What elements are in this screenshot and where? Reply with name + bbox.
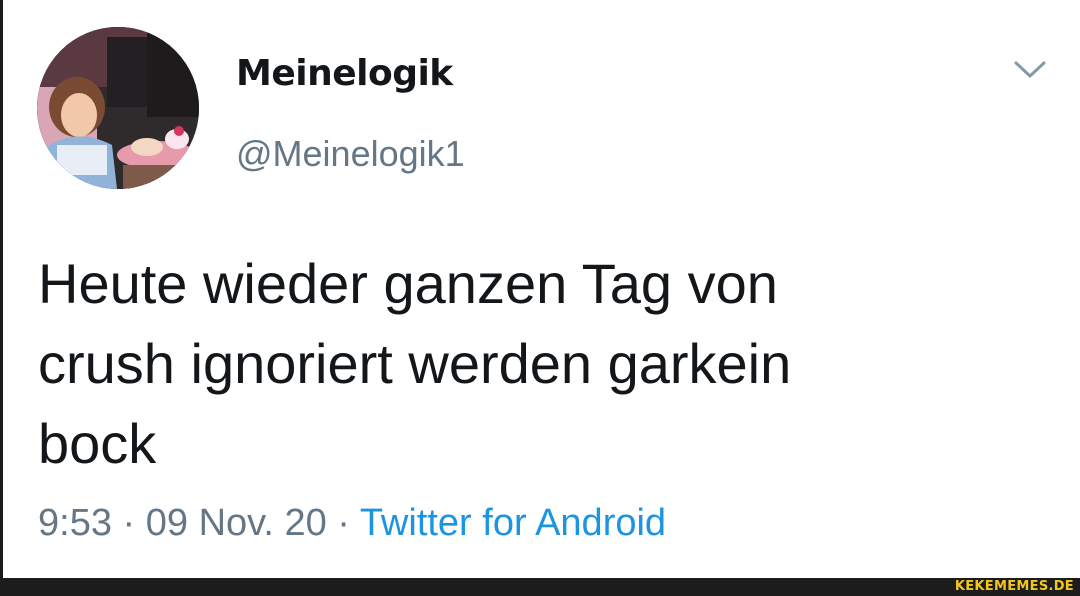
tweet-source-link[interactable]: Twitter for Android (360, 502, 666, 544)
avatar[interactable] (37, 27, 199, 189)
meta-separator: · (326, 502, 360, 544)
watermark-bar: KEKEMEMES.DE (0, 578, 1080, 596)
tweet-date[interactable]: 09 Nov. 20 (146, 502, 327, 544)
chevron-down-icon[interactable] (1012, 58, 1048, 82)
tweet-text: Heute wieder ganzen Tag von crush ignori… (38, 252, 792, 475)
display-name[interactable]: Meinelogik (236, 52, 453, 96)
meta-separator: · (111, 502, 146, 544)
tweet-time[interactable]: 9:53 (38, 502, 112, 544)
avatar-image (37, 27, 199, 189)
left-border (0, 0, 3, 578)
user-handle[interactable]: @Meinelogik1 (236, 132, 465, 176)
tweet-metadata: 9:53 · 09 Nov. 20 · Twitter for Android (38, 500, 666, 546)
watermark-text: KEKEMEMES.DE (954, 579, 1074, 594)
